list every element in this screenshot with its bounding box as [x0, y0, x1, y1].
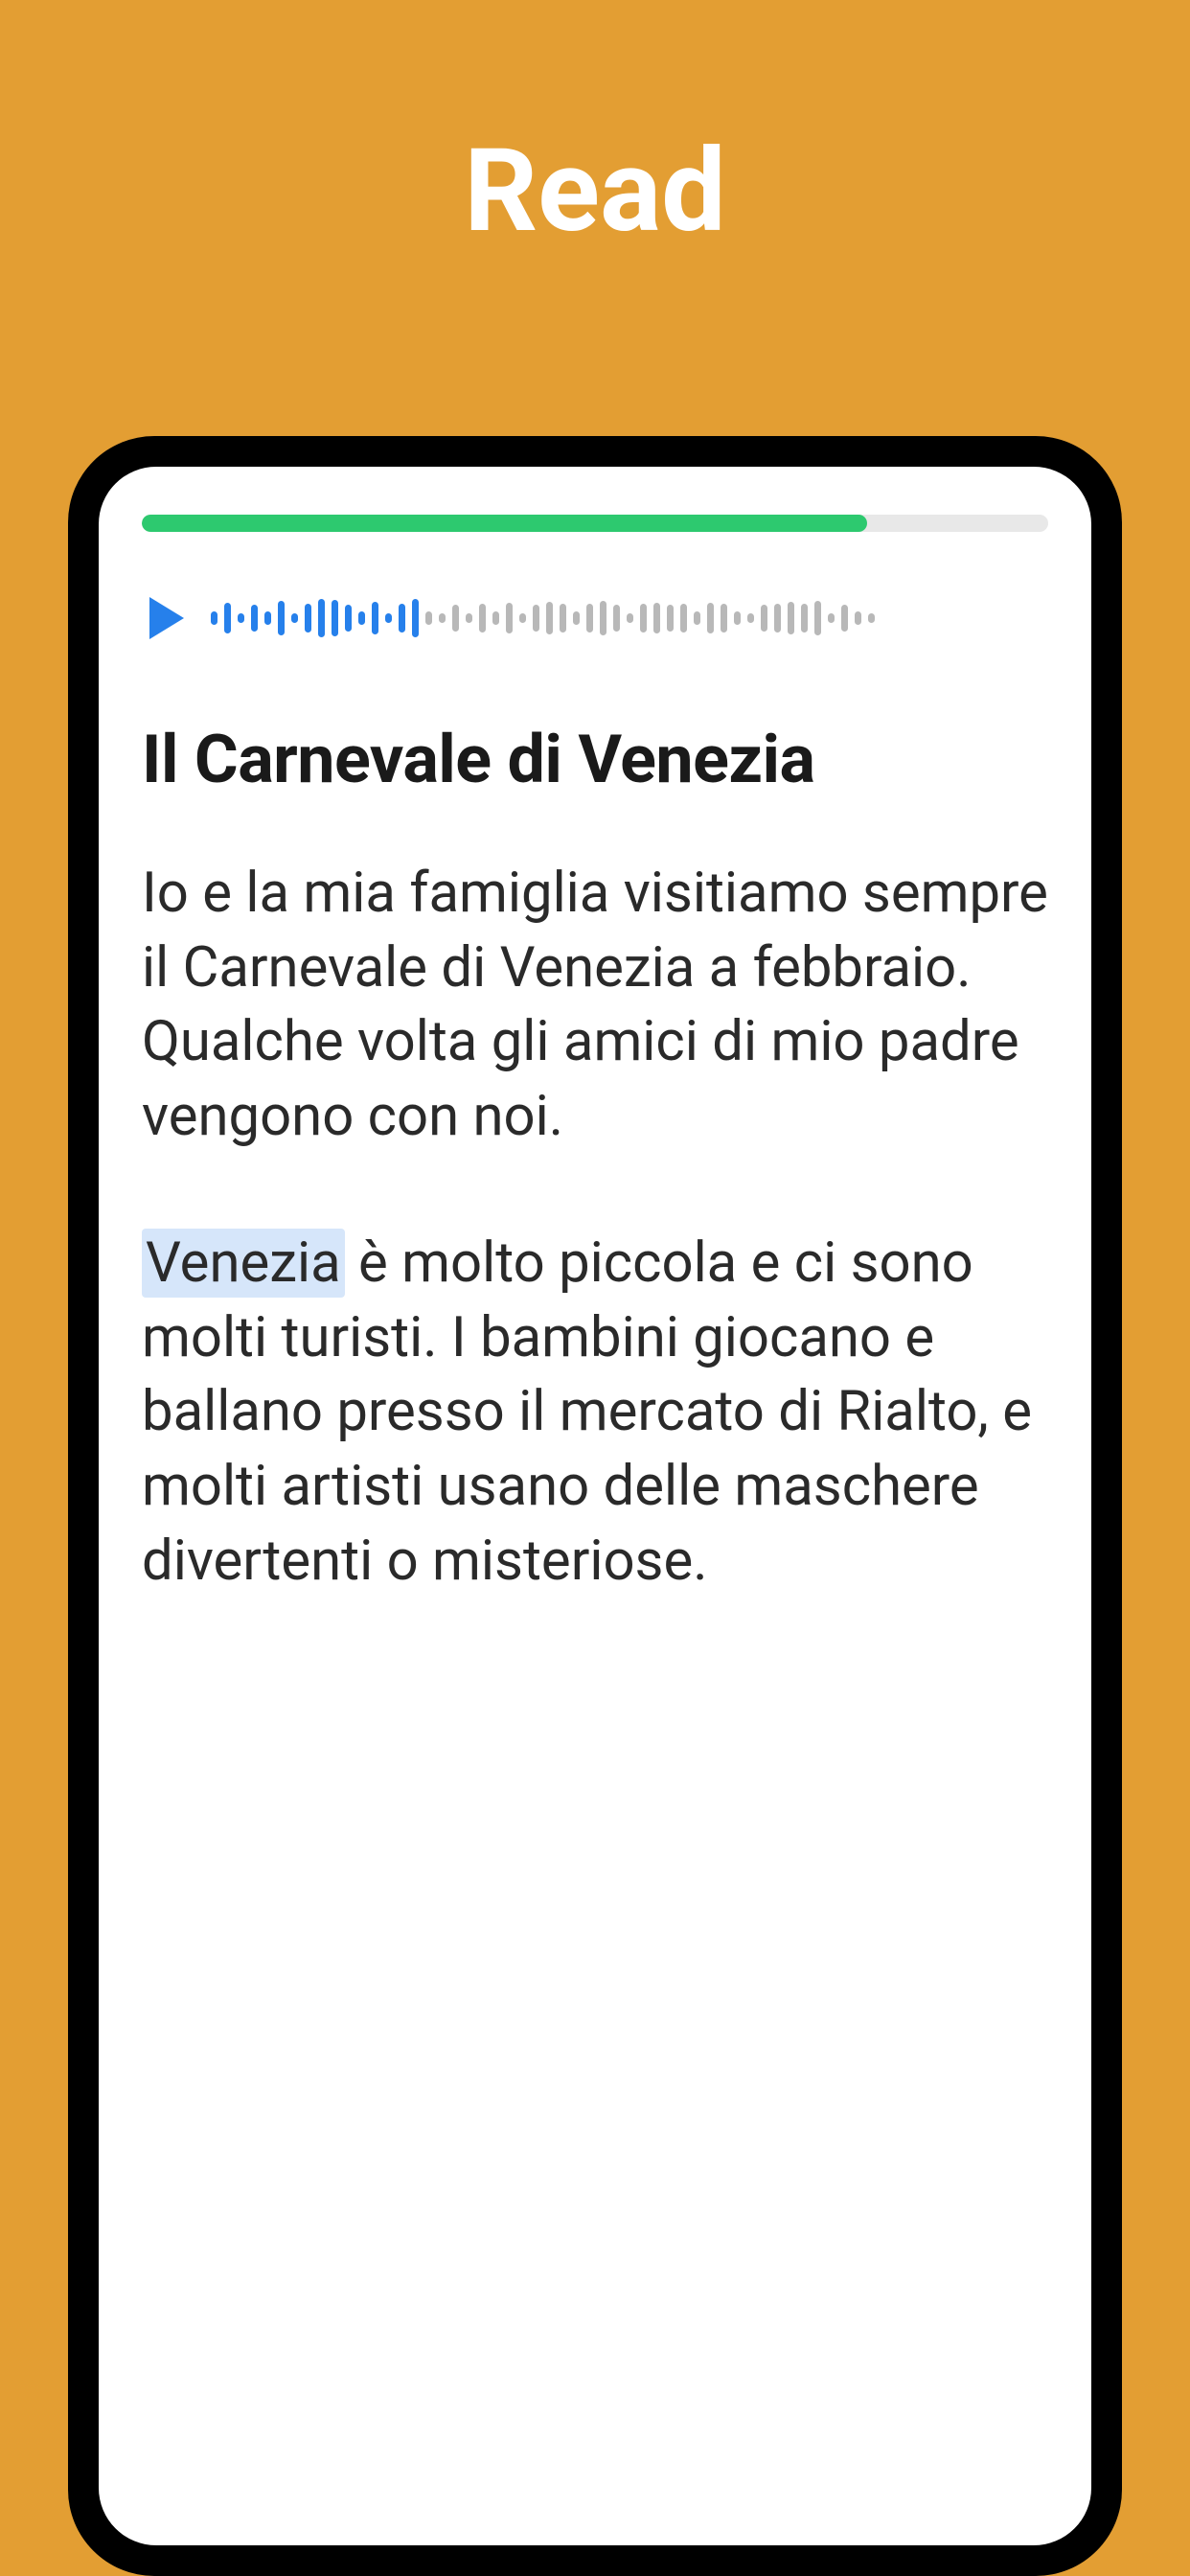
wave-bar: [680, 604, 687, 632]
play-icon[interactable]: [149, 597, 184, 639]
wave-bar: [372, 602, 378, 634]
wave-bar: [546, 602, 553, 634]
screen: Il Carnevale di Venezia Io e la mia fami…: [99, 467, 1091, 2545]
wave-bar: [318, 599, 325, 637]
wave-bar: [278, 601, 285, 635]
wave-bar: [479, 604, 486, 632]
wave-bar: [466, 613, 472, 623]
wave-bar: [412, 599, 419, 637]
wave-bar: [828, 613, 835, 623]
wave-bar: [439, 613, 446, 623]
wave-bar: [291, 613, 298, 623]
wave-bar: [533, 605, 539, 632]
page-title: Read: [464, 125, 725, 259]
wave-bar: [814, 601, 821, 635]
highlighted-word[interactable]: Venezia: [142, 1229, 345, 1298]
wave-bar: [251, 605, 258, 632]
wave-bar: [573, 611, 580, 625]
wave-bar: [613, 605, 620, 632]
wave-bar: [747, 613, 754, 623]
wave-bar: [774, 604, 781, 632]
wave-bar: [761, 605, 767, 632]
wave-bar: [734, 611, 741, 625]
wave-bar: [627, 613, 633, 623]
wave-bar: [667, 605, 674, 632]
wave-bar: [653, 603, 660, 633]
wave-bar: [425, 611, 432, 625]
story-title: Il Carnevale di Venezia: [142, 721, 1048, 799]
wave-bar: [399, 604, 405, 632]
wave-bar: [305, 604, 311, 632]
wave-bar: [492, 611, 499, 625]
audio-player: [142, 597, 1048, 639]
wave-bar: [358, 611, 365, 625]
wave-bar: [385, 613, 392, 623]
story-body: Io e la mia famiglia visitiamo sempre il…: [142, 857, 1048, 1598]
wave-bar: [519, 613, 526, 623]
story-paragraph[interactable]: Io e la mia famiglia visitiamo sempre il…: [142, 857, 1048, 1155]
device-frame: Il Carnevale di Venezia Io e la mia fami…: [68, 436, 1122, 2576]
wave-bar: [506, 603, 513, 633]
wave-bar: [560, 604, 566, 632]
wave-bar: [694, 611, 700, 625]
progress-fill: [142, 515, 867, 532]
wave-bar: [332, 600, 338, 636]
wave-bar: [264, 611, 271, 625]
wave-bar: [707, 603, 714, 633]
wave-bar: [788, 602, 794, 634]
wave-bar: [600, 601, 606, 635]
wave-bar: [841, 605, 848, 632]
wave-bar: [586, 604, 593, 632]
wave-bar: [238, 613, 244, 623]
wave-bar: [640, 604, 647, 632]
wave-bar: [801, 604, 808, 632]
story-paragraph[interactable]: Venezia è molto piccola e ci sono molti …: [142, 1227, 1048, 1599]
progress-bar[interactable]: [142, 515, 1048, 532]
wave-bar: [855, 611, 861, 625]
wave-bar: [721, 604, 727, 632]
wave-bar: [211, 611, 217, 625]
wave-bar: [868, 613, 875, 623]
wave-bar: [452, 605, 459, 632]
audio-waveform[interactable]: [211, 599, 1048, 637]
wave-bar: [224, 603, 231, 633]
wave-bar: [345, 605, 352, 632]
